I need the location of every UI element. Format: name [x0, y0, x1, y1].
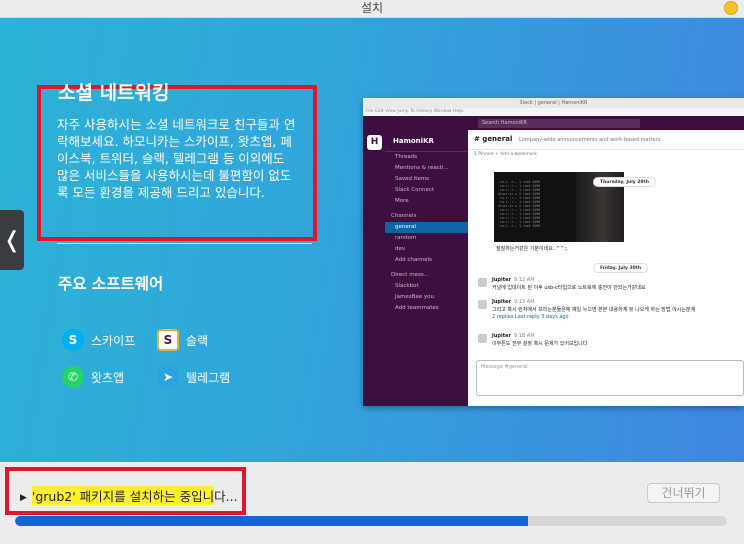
whatsapp-icon: ✆	[62, 366, 84, 388]
telegram-icon: ➤	[157, 366, 179, 388]
dm-header: Direct mess...	[391, 272, 429, 278]
channels-header: Channels	[391, 213, 417, 219]
channel-item: dev	[395, 246, 406, 252]
software-label: 왓츠앱	[91, 370, 125, 385]
window-title: 설치	[360, 1, 384, 15]
channel-name: # general	[474, 135, 513, 143]
channel-description: Company-wide announcements and work-base…	[518, 137, 661, 143]
workspace-name: HamoniKR	[385, 130, 468, 152]
shot-workspace-rail: H	[363, 130, 385, 406]
divider	[57, 243, 312, 244]
software-slack: S 슬랙	[157, 329, 208, 351]
expand-arrow-icon[interactable]: ▶	[20, 493, 27, 503]
skip-button[interactable]: 건너뛰기	[647, 483, 720, 503]
shot-search: Search HamoniKR	[478, 119, 640, 128]
close-button[interactable]	[724, 1, 738, 15]
avatar	[478, 278, 487, 287]
shot-channel: # general Company-wide announcements and …	[468, 130, 744, 406]
shot-toolbar: Search HamoniKR	[363, 116, 744, 130]
shot-window-title: Slack | general | HamoniKR	[363, 98, 744, 108]
add-teammates: Add teammates	[395, 305, 439, 311]
date-divider: Friday, July 30th	[593, 263, 649, 273]
channel-header: # general Company-wide announcements and …	[468, 130, 744, 150]
date-divider: Thursday, July 29th	[593, 177, 656, 187]
sidebar-item: More	[395, 198, 409, 204]
message-composer: Message #general	[476, 360, 744, 396]
avatar	[478, 300, 487, 309]
shot-menu-bar: File Edit View Jump To History Window He…	[363, 108, 744, 116]
sidebar-item: Slack Connect	[395, 187, 435, 193]
message: Jupiter 9:18 AM 이무튼도 전부 설정 혹시 문제가 있어보입니다	[492, 333, 588, 347]
title-bar: 설치	[0, 0, 744, 18]
avatar	[478, 334, 487, 343]
sidebar-item: Mentions & reacti...	[395, 165, 449, 171]
software-telegram: ➤ 텔레그램	[157, 366, 230, 388]
install-progress-bar	[15, 516, 727, 526]
add-channels: Add channels	[395, 257, 433, 263]
message: Jupiter 9:12 AM 커널에 업데이트 된 이후 usb-c타입으로 노…	[492, 277, 646, 291]
message: Jupiter 9:13 AM 그리고 혹시 런처에서 프리는분들은에 예일 누으…	[492, 299, 696, 320]
status-text-highlighted: 'grub2' 패키지를 설치하는 중입니	[31, 486, 215, 505]
status-text: 다...	[214, 489, 238, 504]
channel-item: random	[395, 235, 417, 241]
install-status: ▶ 'grub2' 패키지를 설치하는 중입니 다...	[20, 486, 238, 505]
chevron-left-icon: ❬	[2, 227, 22, 253]
shot-sidebar: HamoniKR Threads Mentions & reacti... Sa…	[385, 130, 468, 406]
software-label: 스카이프	[91, 333, 136, 348]
slide-title: 소셜 네트워킹	[58, 82, 170, 104]
sidebar-item: Saved items	[395, 176, 430, 182]
workspace-icon: H	[367, 135, 382, 150]
slack-screenshot: Slack | general | HamoniKR File Edit Vie…	[363, 98, 744, 406]
software-label: 텔레그램	[186, 370, 231, 385]
prev-slide-button[interactable]: ❬	[0, 210, 24, 270]
progress-fill	[15, 516, 528, 526]
software-heading: 주요 소프트웨어	[58, 275, 164, 293]
software-label: 슬랙	[186, 333, 209, 348]
software-whatsapp: ✆ 왓츠앱	[62, 366, 124, 388]
message-text: 질질하는거같은 기분이네요..^^;;	[496, 246, 568, 252]
pinned-bar: 1 Pinned + Add a bookmark	[474, 152, 538, 157]
software-skype: S 스카이프	[62, 329, 135, 351]
dm-item: Slackbot	[395, 283, 419, 289]
dm-item: JamesBae you	[395, 294, 434, 300]
slide-description: 자주 사용하시는 소셜 네트워크로 친구들과 연락해보세요. 하모니카는 스카이…	[57, 117, 296, 200]
skype-icon: S	[62, 329, 84, 351]
sidebar-item: Threads	[395, 154, 418, 160]
slack-icon: S	[157, 329, 179, 351]
channel-item: general	[385, 222, 468, 233]
